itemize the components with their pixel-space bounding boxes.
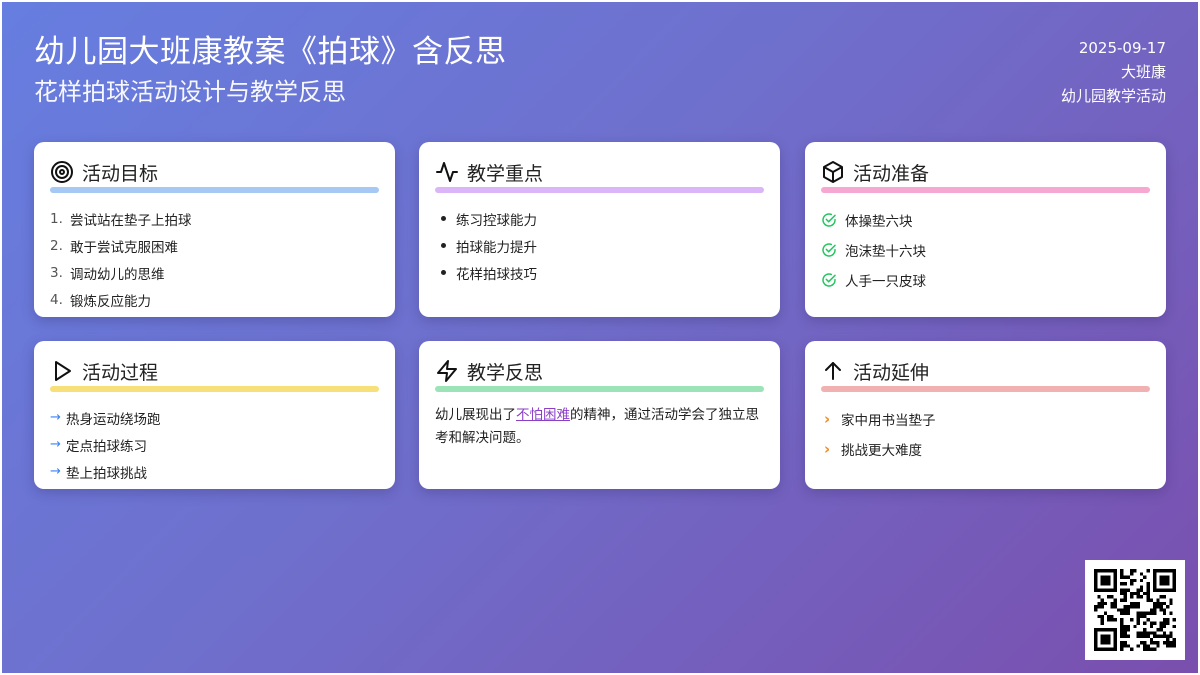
reflection-card: 教学反思 幼儿展现出了不怕困难的精神，通过活动学会了独立思考和解决问题。 bbox=[419, 341, 780, 489]
header: 幼儿园大班康教案《拍球》含反思 花样拍球活动设计与教学反思 bbox=[34, 32, 507, 108]
date-label: 2025-09-17 bbox=[1078, 39, 1166, 57]
item-text: 定点拍球练习 bbox=[66, 438, 147, 455]
item-text: 拍球能力提升 bbox=[456, 239, 537, 256]
qr-code[interactable] bbox=[1085, 560, 1185, 660]
item-text: 调动幼儿的思维 bbox=[70, 266, 165, 283]
list-item: 花样拍球技巧 bbox=[435, 259, 764, 286]
item-text: 练习控球能力 bbox=[456, 212, 537, 229]
focus-list: 练习控球能力 拍球能力提升 花样拍球技巧 bbox=[435, 205, 764, 286]
list-item: 体操垫六块 bbox=[821, 205, 1150, 235]
prep-card: 活动准备 体操垫六块 泡沫垫十六块 人手一只皮球 bbox=[805, 142, 1166, 317]
list-item: 拍球能力提升 bbox=[435, 232, 764, 259]
card-accent-bar bbox=[50, 187, 379, 193]
header-meta: 2025-09-17 大班康 幼儿园教学活动 bbox=[1061, 36, 1166, 108]
bullet-dot bbox=[441, 243, 446, 248]
reflection-text: 幼儿展现出了不怕困难的精神，通过活动学会了独立思考和解决问题。 bbox=[435, 404, 764, 450]
item-text: 敢于尝试克服困难 bbox=[70, 239, 178, 256]
check-circle-icon bbox=[822, 213, 836, 227]
qr-code-icon bbox=[1094, 569, 1176, 651]
list-item: › 家中用书当垫子 bbox=[821, 404, 1150, 434]
card-title: 教学反思 bbox=[467, 361, 544, 384]
page-title: 幼儿园大班康教案《拍球》含反思 bbox=[34, 34, 507, 70]
lightning-icon bbox=[437, 360, 457, 382]
list-item: 3. 调动幼儿的思维 bbox=[50, 259, 379, 286]
item-text: 挑战更大难度 bbox=[841, 443, 922, 459]
check-circle-icon bbox=[822, 243, 836, 257]
card-title: 活动过程 bbox=[82, 361, 159, 384]
item-text: 尝试站在垫子上拍球 bbox=[70, 212, 192, 229]
arrow-right-icon: → bbox=[50, 464, 61, 479]
item-text: 垫上拍球挑战 bbox=[66, 465, 147, 482]
arrow-up-icon bbox=[825, 362, 841, 380]
prep-list: 体操垫六块 泡沫垫十六块 人手一只皮球 bbox=[821, 205, 1150, 295]
category-label: 幼儿园教学活动 bbox=[1060, 87, 1166, 105]
card-title: 活动延伸 bbox=[853, 361, 930, 384]
highlight-link[interactable]: 不怕困难 bbox=[516, 407, 570, 423]
card-accent-bar bbox=[435, 187, 764, 193]
text-segment: 幼儿展现出了 bbox=[435, 407, 516, 423]
item-text: 花样拍球技巧 bbox=[456, 266, 537, 283]
item-text: 锻炼反应能力 bbox=[70, 293, 151, 310]
item-text: 泡沫垫十六块 bbox=[845, 244, 926, 260]
goals-card: 活动目标 1. 尝试站在垫子上拍球 2. 敢于尝试克服困难 3. 调动幼儿的思维 4.… bbox=[34, 142, 395, 317]
list-item: 2. 敢于尝试克服困难 bbox=[50, 232, 379, 259]
process-card: 活动过程 → 热身运动绕场跑 → 定点拍球练习 → 垫上拍球挑战 bbox=[34, 341, 395, 489]
list-item: → 热身运动绕场跑 bbox=[50, 404, 379, 431]
goals-list: 1. 尝试站在垫子上拍球 2. 敢于尝试克服困难 3. 调动幼儿的思维 4. 锻炼反应能… bbox=[50, 205, 379, 313]
list-item: 泡沫垫十六块 bbox=[821, 235, 1150, 265]
arrow-right-icon: → bbox=[50, 410, 61, 425]
item-number: 4. bbox=[50, 291, 63, 308]
chevron-right-icon: › bbox=[824, 410, 831, 428]
card-title: 活动目标 bbox=[82, 162, 159, 185]
page-subtitle: 花样拍球活动设计与教学反思 bbox=[34, 78, 346, 106]
list-item: → 垫上拍球挑战 bbox=[50, 458, 379, 485]
page: 幼儿园大班康教案《拍球》含反思 花样拍球活动设计与教学反思 2025-09-17… bbox=[2, 2, 1198, 673]
card-accent-bar bbox=[435, 386, 764, 392]
play-icon bbox=[55, 361, 71, 381]
card-accent-bar bbox=[50, 386, 379, 392]
item-text: 人手一只皮球 bbox=[845, 274, 926, 290]
bullet-dot bbox=[441, 216, 446, 221]
chevron-right-icon: › bbox=[824, 440, 831, 458]
process-list: → 热身运动绕场跑 → 定点拍球练习 → 垫上拍球挑战 bbox=[50, 404, 379, 485]
card-header: 活动目标 bbox=[50, 158, 379, 186]
card-header: 活动准备 bbox=[821, 158, 1150, 186]
item-number: 2. bbox=[50, 237, 63, 254]
item-text: 热身运动绕场跑 bbox=[66, 411, 161, 428]
card-header: 教学重点 bbox=[435, 158, 764, 186]
item-number: 3. bbox=[50, 264, 63, 281]
card-header: 活动延伸 bbox=[821, 357, 1150, 385]
focus-card: 教学重点 练习控球能力 拍球能力提升 花样拍球技巧 bbox=[419, 142, 780, 317]
card-title: 活动准备 bbox=[853, 162, 930, 185]
card-accent-bar bbox=[821, 386, 1150, 392]
class-label: 大班康 bbox=[1120, 63, 1166, 81]
list-item: 4. 锻炼反应能力 bbox=[50, 286, 379, 313]
list-item: › 挑战更大难度 bbox=[821, 434, 1150, 464]
item-text: 家中用书当垫子 bbox=[841, 413, 936, 429]
arrow-right-icon: → bbox=[50, 437, 61, 452]
list-item: → 定点拍球练习 bbox=[50, 431, 379, 458]
target-icon bbox=[51, 161, 73, 183]
card-header: 活动过程 bbox=[50, 357, 379, 385]
item-text: 体操垫六块 bbox=[845, 214, 913, 230]
check-circle-icon bbox=[822, 273, 836, 287]
bullet-dot bbox=[441, 270, 446, 275]
list-item: 练习控球能力 bbox=[435, 205, 764, 232]
list-item: 1. 尝试站在垫子上拍球 bbox=[50, 205, 379, 232]
activity-pulse-icon bbox=[436, 162, 458, 182]
extension-card: 活动延伸 › 家中用书当垫子 › 挑战更大难度 bbox=[805, 341, 1166, 489]
list-item: 人手一只皮球 bbox=[821, 265, 1150, 295]
card-title: 教学重点 bbox=[467, 162, 544, 185]
box-icon bbox=[823, 161, 843, 183]
item-number: 1. bbox=[50, 210, 63, 227]
card-accent-bar bbox=[821, 187, 1150, 193]
extension-list: › 家中用书当垫子 › 挑战更大难度 bbox=[821, 404, 1150, 464]
card-header: 教学反思 bbox=[435, 357, 764, 385]
